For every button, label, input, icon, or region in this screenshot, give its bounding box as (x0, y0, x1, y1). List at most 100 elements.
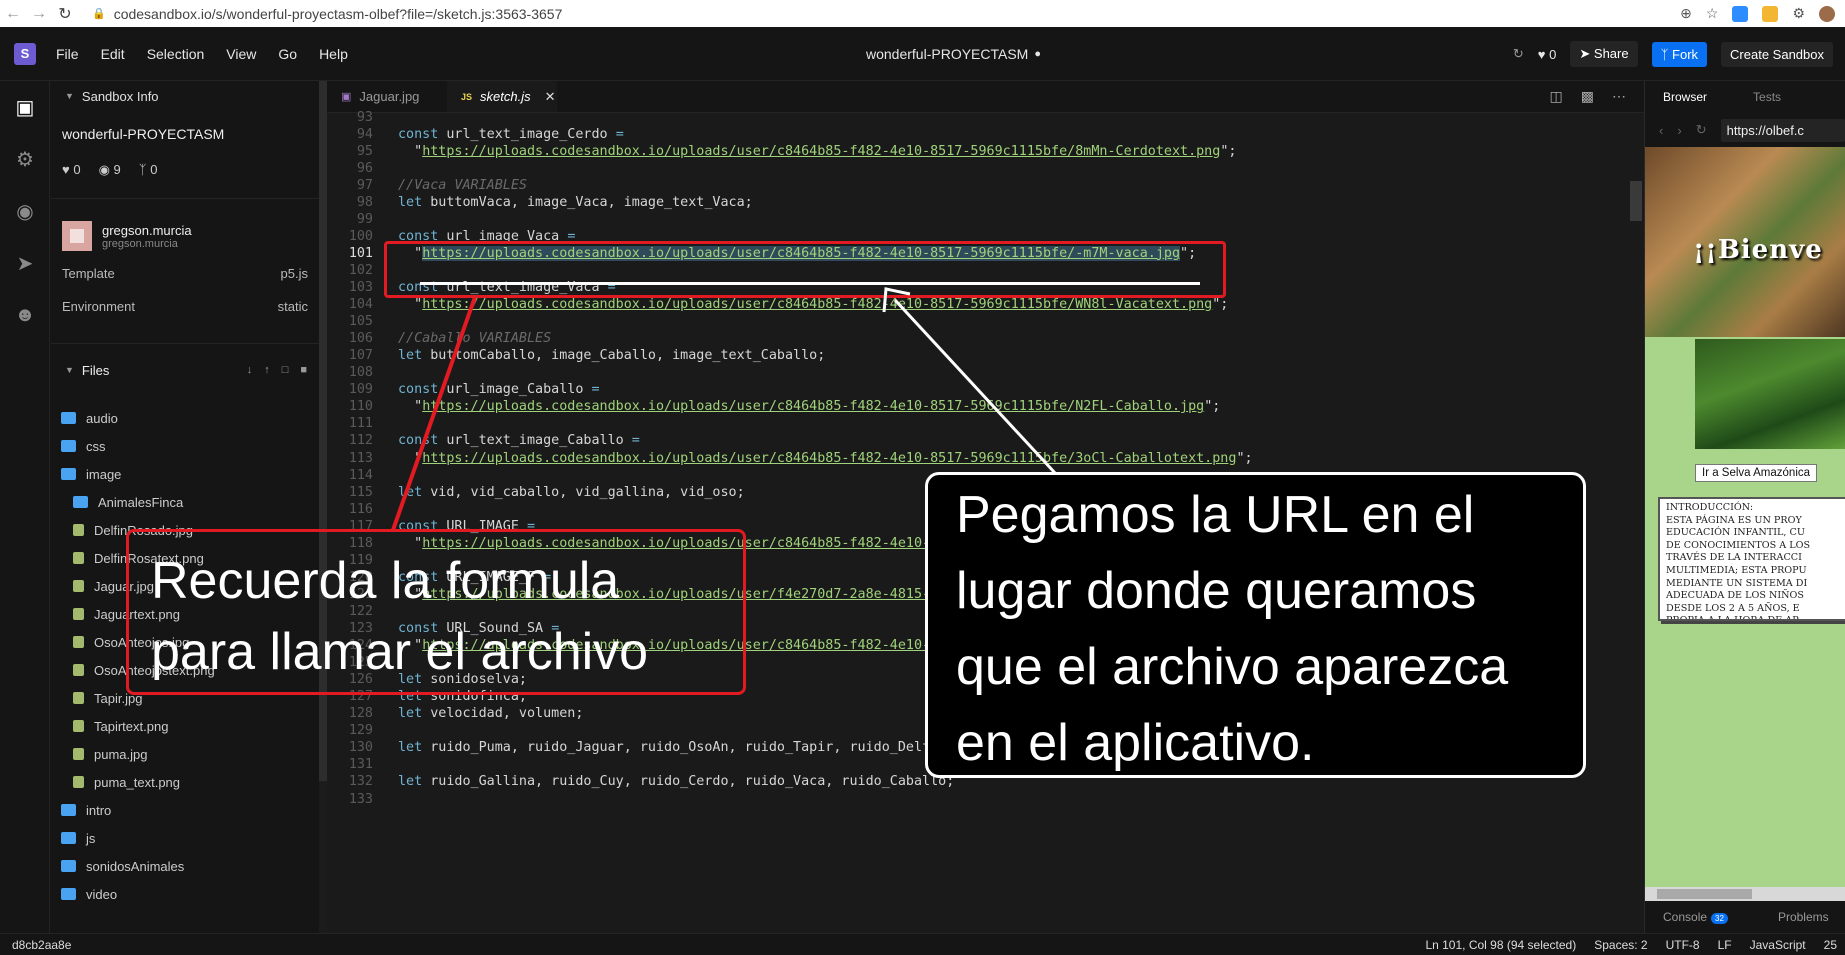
tab-browser[interactable]: Browser (1663, 90, 1707, 104)
go-amazon-button[interactable]: Ir a Selva Amazónica (1695, 464, 1818, 482)
sandbox-title-text: wonderful-PROYECTASM (866, 46, 1029, 62)
code-token: ruido_Gallina, ruido_Cuy, ruido_Cerdo, r… (422, 774, 955, 790)
back-icon[interactable]: ‹ (1659, 123, 1663, 138)
file-item[interactable]: puma_text.png (51, 768, 319, 796)
activity-bar: ▣ ⚙ ◉ ➤ ☻ (0, 81, 50, 933)
zoom-extension-icon[interactable] (1732, 5, 1749, 22)
folder-item[interactable]: video (51, 880, 319, 908)
line-number: 109 (348, 382, 373, 398)
folder-item[interactable]: AnimalesFinca (51, 488, 319, 516)
profile-avatar[interactable] (1819, 5, 1835, 22)
plus-icon[interactable]: ⊕ (1680, 5, 1692, 22)
language-mode[interactable]: JavaScript (1750, 938, 1806, 952)
line-number: 114 (348, 467, 373, 483)
fork-button[interactable]: ᛉ Fork (1651, 41, 1708, 67)
upload-icon[interactable]: ↑ (264, 364, 270, 376)
folder-item[interactable]: audio (51, 404, 319, 432)
sidebar-scrollbar[interactable] (319, 81, 327, 933)
cursor-position[interactable]: Ln 101, Col 98 (94 selected) (1425, 938, 1576, 952)
cube-icon[interactable]: ▣ (0, 81, 50, 133)
author[interactable]: gregson.murcia gregson.murcia (51, 207, 319, 257)
folder-item[interactable]: js (51, 824, 319, 852)
tree-item-label: js (86, 830, 96, 846)
new-file-icon[interactable]: □ (282, 364, 289, 376)
folder-item[interactable]: css (51, 432, 319, 460)
preview-hscrollbar[interactable] (1645, 887, 1845, 901)
download-icon[interactable]: ↓ (247, 364, 253, 376)
keyword-token: let (398, 774, 423, 790)
folder-item[interactable]: intro (51, 796, 319, 824)
image-file-icon (73, 636, 84, 648)
create-sandbox-button[interactable]: Create Sandbox (1721, 41, 1833, 67)
js-file-icon: JS (461, 91, 473, 102)
code-token: vid, vid_caballo, vid_gallina, vid_oso; (422, 484, 745, 500)
likes-stat: ♥ 0 (62, 162, 81, 177)
preview-icon[interactable]: ▩ (1581, 88, 1594, 105)
menu-selection[interactable]: Selection (147, 46, 205, 62)
eol[interactable]: LF (1718, 938, 1732, 952)
new-folder-icon[interactable]: ■ (300, 364, 307, 376)
highlight-box (384, 241, 1226, 298)
codesandbox-logo[interactable]: S (14, 42, 36, 65)
fork-label: Fork (1672, 46, 1699, 62)
reload-icon[interactable]: ↻ (1696, 122, 1707, 138)
folder-item[interactable]: sonidosAnimales (51, 852, 319, 880)
line-number: 100 (348, 228, 373, 244)
close-icon[interactable]: ✕ (545, 89, 556, 105)
keyword-token: const (398, 126, 439, 142)
right-callout: Pegamos la URL en el lugar donde queramo… (925, 472, 1586, 778)
puzzle-icon[interactable]: ⚙ (1792, 5, 1805, 22)
menu-go[interactable]: Go (278, 46, 297, 62)
forward-icon[interactable]: › (1677, 123, 1681, 138)
github-icon[interactable]: ◉ (0, 185, 50, 237)
tree-item-label: puma_text.png (94, 774, 181, 790)
thumb-extension-icon[interactable] (1762, 5, 1779, 22)
address-bar[interactable]: 🔒 codesandbox.io/s/wonderful-proyectasm-… (92, 6, 562, 22)
tree-item-label: audio (86, 410, 118, 426)
split-view-icon[interactable]: ◫ (1550, 88, 1563, 105)
project-name[interactable]: wonderful-PROYECTASM (51, 111, 319, 150)
gear-icon[interactable]: ⚙ (0, 133, 50, 185)
console-tab[interactable]: Console 32 (1663, 910, 1728, 924)
environment-value: static (277, 299, 308, 314)
rocket-icon[interactable]: ➤ (0, 237, 50, 289)
like-button[interactable]: ♥ 0 (1538, 47, 1557, 62)
tab-tests[interactable]: Tests (1753, 90, 1781, 104)
problems-tab[interactable]: Problems (1778, 910, 1829, 924)
sandbox-info-header[interactable]: ▼ Sandbox Info (51, 81, 319, 111)
preview-address-input[interactable]: https://olbef.c (1720, 118, 1845, 142)
reload-icon[interactable]: ↻ (52, 4, 78, 24)
line-number: 99 (356, 211, 373, 227)
menu-file[interactable]: File (56, 46, 79, 62)
refresh-icon[interactable]: ↻ (1513, 46, 1524, 62)
right-callout-line: que el archivo aparezca (956, 638, 1509, 696)
tab-label: Jaguar.jpg (359, 89, 420, 104)
star-icon[interactable]: ☆ (1706, 5, 1719, 22)
preview-scroll-thumb[interactable] (1657, 889, 1752, 899)
files-header[interactable]: ▼ Files ↓ ↑ □ ■ (51, 352, 319, 388)
code-line[interactable]: 133 (327, 789, 1617, 809)
indent-setting[interactable]: Spaces: 2 (1594, 938, 1647, 952)
menu-help[interactable]: Help (319, 46, 348, 62)
users-icon[interactable]: ☻ (0, 289, 50, 341)
file-item[interactable]: Tapirtext.png (51, 712, 319, 740)
line-source: //Vaca VARIABLES (398, 178, 527, 193)
share-button[interactable]: ➤ Share (1570, 41, 1638, 67)
code-token: "; (1236, 450, 1253, 466)
back-icon[interactable]: ← (0, 5, 26, 23)
editor-scrollbar[interactable] (1630, 181, 1642, 221)
menu-view[interactable]: View (226, 46, 256, 62)
folder-item[interactable]: image (51, 460, 319, 488)
more-icon[interactable]: ⋯ (1612, 88, 1626, 105)
encoding[interactable]: UTF-8 (1666, 938, 1700, 952)
forward-icon[interactable]: → (26, 5, 52, 23)
menu-edit[interactable]: Edit (101, 46, 125, 62)
intro-line: DE CONOCIMIENTOS A LOS (1666, 539, 1811, 551)
preview-canvas[interactable]: ¡¡Bienve Ir a Selva Amazónica INTRODUCCI… (1645, 147, 1845, 887)
commit-hash[interactable]: d8cb2aa8e (0, 938, 71, 952)
image-file-icon (73, 692, 84, 704)
tree-item-label: css (86, 438, 106, 454)
folder-icon (61, 804, 76, 816)
line-number: 116 (348, 501, 373, 517)
file-item[interactable]: puma.jpg (51, 740, 319, 768)
